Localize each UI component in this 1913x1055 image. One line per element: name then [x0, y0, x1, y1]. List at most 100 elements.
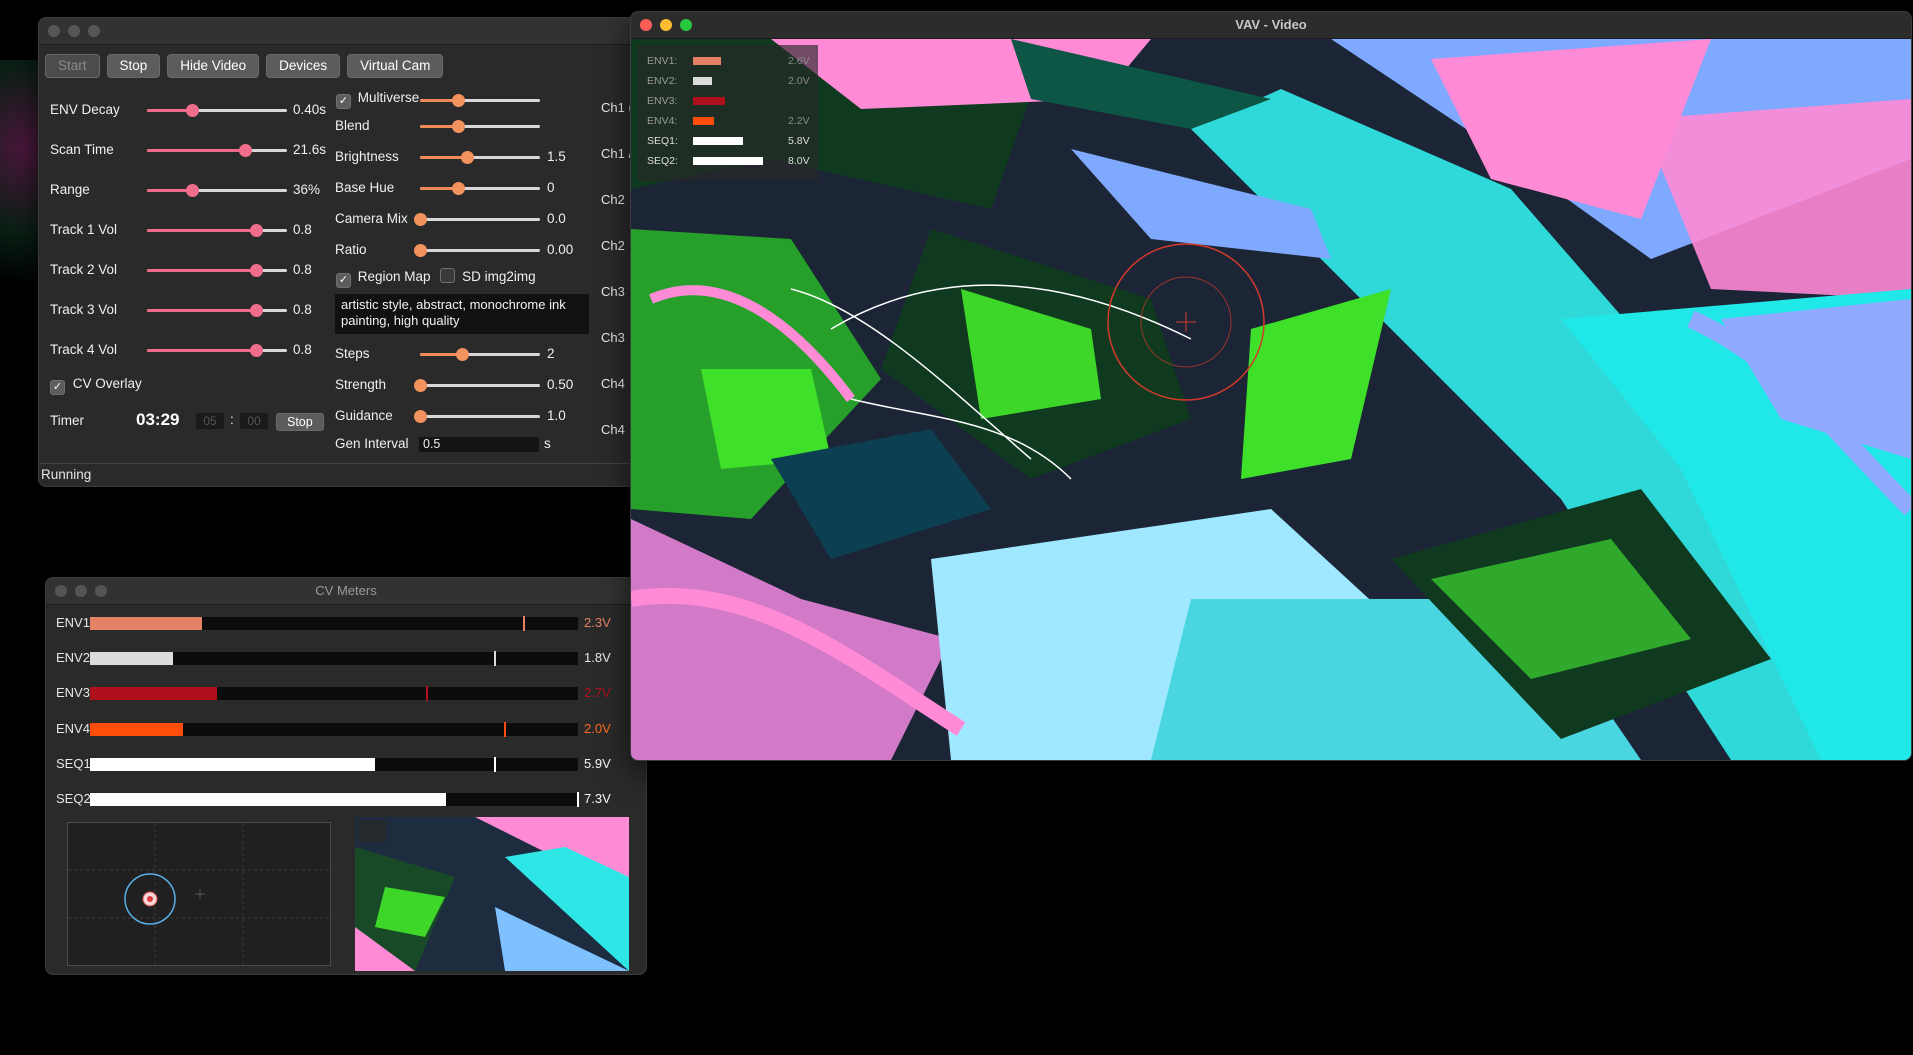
- slider-track[interactable]: [414, 379, 540, 392]
- overlay-row: SEQ2: 8.0V: [647, 155, 810, 167]
- prompt-input[interactable]: artistic style, abstract, monochrome ink…: [335, 294, 589, 334]
- close-dot-icon[interactable]: [55, 585, 67, 597]
- meter-value: 1.8V: [584, 650, 611, 666]
- cv-overlay-row[interactable]: ✓ CV Overlay: [50, 376, 250, 396]
- video-frame-image: [631, 39, 1911, 760]
- slider-track[interactable]: [414, 244, 540, 257]
- minimize-dot-icon[interactable]: [68, 25, 80, 37]
- slider-value: 1.5: [547, 149, 566, 164]
- timer-minutes-field[interactable]: 05: [196, 413, 224, 429]
- channel-label: Ch3: [601, 330, 625, 345]
- slider-row: Ratio 0.00: [335, 240, 607, 260]
- meter-label: ENV2: [56, 650, 90, 666]
- meter-track: [90, 756, 578, 772]
- slider-knob[interactable]: [414, 213, 427, 226]
- region-row: ✓ Region Map SD img2img: [336, 268, 596, 288]
- slider-track[interactable]: [420, 120, 540, 133]
- slider-row: Track 3 Vol 0.8: [50, 300, 353, 320]
- slider-label: Strength: [335, 377, 387, 392]
- overlay-value: 5.8V: [788, 135, 810, 147]
- cv-overlay-label: CV Overlay: [72, 376, 142, 391]
- zoom-dot-icon[interactable]: [88, 25, 100, 37]
- slider-track[interactable]: [414, 410, 540, 423]
- meter-peak: [425, 686, 428, 702]
- channel-label: Ch2: [601, 192, 625, 207]
- slider-knob[interactable]: [414, 379, 427, 392]
- timer-stop-button[interactable]: Stop: [276, 413, 324, 431]
- meter-row: ENV4 2.0V: [56, 721, 636, 737]
- timer-seconds-field[interactable]: 00: [240, 413, 268, 429]
- slider-row: Guidance 1.0: [335, 406, 607, 426]
- meter-bar: [90, 617, 203, 630]
- region-map-checkbox[interactable]: ✓: [336, 273, 351, 288]
- slider-knob[interactable]: [460, 151, 474, 164]
- slider-track[interactable]: [420, 151, 540, 164]
- gen-interval-input[interactable]: 0.5: [419, 437, 539, 452]
- cv-overlay-panel: ENV1: 2.6V ENV2: 2.0V ENV3: ENV4: 2.2V SEQ1: 5.8…: [638, 45, 818, 181]
- slider-track[interactable]: [147, 144, 287, 157]
- slider-knob[interactable]: [414, 410, 427, 423]
- multiverse-checkbox[interactable]: ✓: [336, 94, 351, 109]
- sd-img2img-checkbox[interactable]: [440, 268, 456, 283]
- meter-row: SEQ1 5.9V: [56, 756, 636, 772]
- slider-track[interactable]: [414, 213, 540, 226]
- zoom-dot-icon[interactable]: [95, 585, 107, 597]
- close-dot-icon[interactable]: [48, 25, 60, 37]
- slider-knob[interactable]: [250, 224, 264, 237]
- slider-knob[interactable]: [414, 244, 427, 257]
- slider-track[interactable]: [147, 304, 287, 317]
- slider-row: Camera Mix 0.0: [335, 209, 607, 229]
- devices-button[interactable]: Devices: [266, 54, 341, 78]
- video-thumbnail[interactable]: [355, 817, 629, 971]
- slider-row: Brightness 1.5: [335, 147, 607, 167]
- cv-meters-title: CV Meters: [315, 583, 377, 598]
- overlay-row: ENV1: 2.6V: [647, 55, 810, 67]
- stop-button[interactable]: Stop: [106, 54, 161, 78]
- meter-row: ENV2 1.8V: [56, 650, 636, 667]
- slider-knob[interactable]: [250, 264, 264, 277]
- multiverse-slider[interactable]: [420, 94, 540, 107]
- meter-bar: [90, 652, 173, 666]
- meter-label: ENV4: [56, 720, 90, 736]
- zoom-dot-icon[interactable]: [680, 19, 692, 31]
- slider-knob[interactable]: [452, 120, 466, 133]
- slider-track[interactable]: [147, 184, 287, 197]
- slider-knob[interactable]: [239, 144, 252, 157]
- slider-label: Blend: [335, 118, 370, 133]
- cv-overlay-checkbox[interactable]: ✓: [50, 380, 65, 395]
- virtual-cam-button[interactable]: Virtual Cam: [347, 54, 444, 78]
- slider-value: 0.8: [293, 262, 312, 277]
- cv-meters-titlebar[interactable]: CV Meters: [46, 578, 646, 605]
- slider-knob[interactable]: [250, 344, 264, 357]
- overlay-bar: [693, 77, 712, 85]
- video-titlebar[interactable]: VAV - Video: [631, 12, 1911, 39]
- slider-knob[interactable]: [250, 304, 264, 317]
- slider-knob[interactable]: [452, 182, 466, 195]
- minimize-dot-icon[interactable]: [75, 585, 87, 597]
- meter-value: 2.3V: [584, 615, 611, 630]
- overlay-row: SEQ1: 5.8V: [647, 135, 810, 147]
- slider-track[interactable]: [147, 224, 287, 237]
- hide-video-button[interactable]: Hide Video: [167, 54, 260, 78]
- slider-track[interactable]: [147, 344, 287, 357]
- slider-track[interactable]: [147, 104, 287, 117]
- slider-row: Blend: [335, 116, 607, 136]
- slider-knob[interactable]: [185, 104, 199, 117]
- slider-track[interactable]: [420, 182, 540, 195]
- slider-value: 21.6s: [293, 142, 327, 157]
- overlay-value: 2.6V: [788, 55, 810, 67]
- slider-knob[interactable]: [452, 94, 466, 107]
- slider-row: Scan Time 21.6s: [50, 140, 353, 160]
- timer-label: Timer: [50, 413, 84, 428]
- slider-track[interactable]: [147, 264, 287, 277]
- start-button[interactable]: Start: [45, 54, 100, 78]
- control-window-titlebar[interactable]: [39, 18, 639, 45]
- meter-bar: [90, 687, 217, 701]
- minimize-dot-icon[interactable]: [660, 19, 672, 31]
- close-dot-icon[interactable]: [640, 19, 652, 31]
- slider-track[interactable]: [420, 348, 540, 361]
- slider-knob[interactable]: [185, 184, 199, 197]
- slider-knob[interactable]: [456, 348, 469, 361]
- toolbar: Start Stop Hide Video Devices Virtual Ca…: [45, 54, 444, 78]
- video-frame[interactable]: ENV1: 2.6V ENV2: 2.0V ENV3: ENV4: 2.2V SEQ1: 5.8…: [631, 39, 1911, 760]
